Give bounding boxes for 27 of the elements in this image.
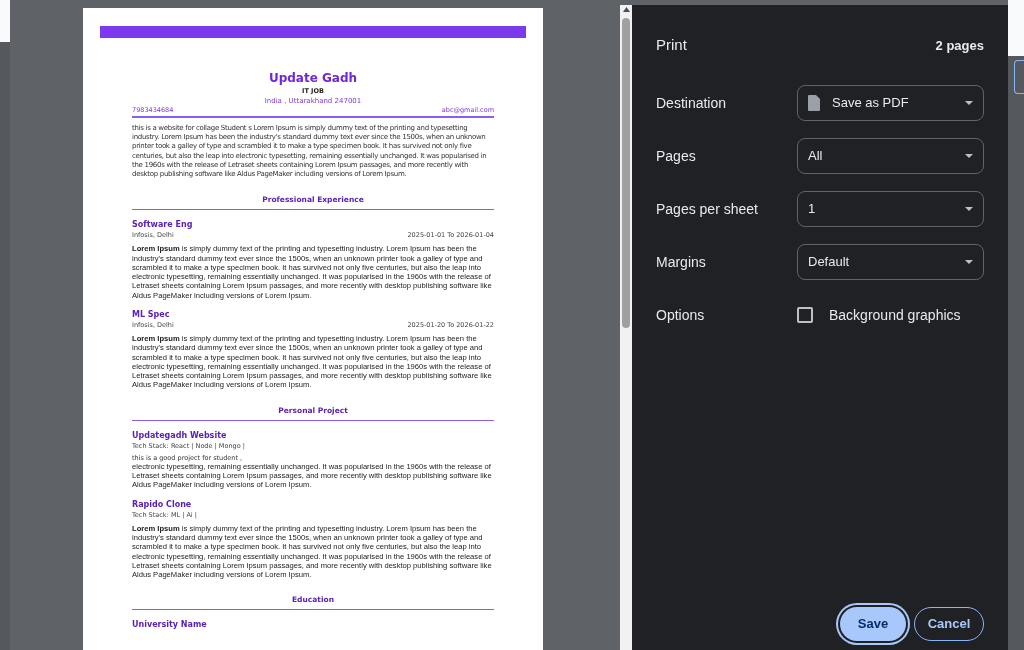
checkbox[interactable] <box>797 307 813 323</box>
setting-dropdown[interactable]: Default <box>797 244 984 280</box>
caret-icon <box>965 154 973 158</box>
entry-title: Updategadh Website <box>132 429 227 441</box>
setting-dropdown[interactable]: All <box>797 138 984 174</box>
setting-label: Margins <box>656 252 707 272</box>
entry-title: ML Spec <box>132 309 170 320</box>
entry-title: Rapido Clone <box>132 498 192 510</box>
resume-name: Update Gadh <box>268 71 358 86</box>
caret-icon <box>965 101 973 105</box>
setting-label: Options <box>656 305 706 325</box>
caret-icon <box>965 207 973 211</box>
scrollbar-thumb[interactable] <box>622 18 630 328</box>
setting-label: Destination <box>656 93 728 113</box>
page-count: 2 pages <box>935 36 984 55</box>
entry-title: University Name <box>132 619 207 631</box>
option-label: Background graphics <box>829 305 961 325</box>
caret-icon <box>965 260 973 264</box>
setting-label: Pages <box>656 146 697 166</box>
setting-dropdown[interactable]: 1 <box>797 191 984 227</box>
entry-title: Software Eng <box>132 219 193 231</box>
setting-dropdown[interactable]: Save as PDF <box>797 85 984 121</box>
scrollbar[interactable] <box>620 5 632 650</box>
setting-label: Pages per sheet <box>656 199 759 219</box>
scroll-up-icon[interactable] <box>622 7 630 12</box>
file-icon <box>808 95 820 111</box>
panel-title: Print <box>656 35 687 55</box>
